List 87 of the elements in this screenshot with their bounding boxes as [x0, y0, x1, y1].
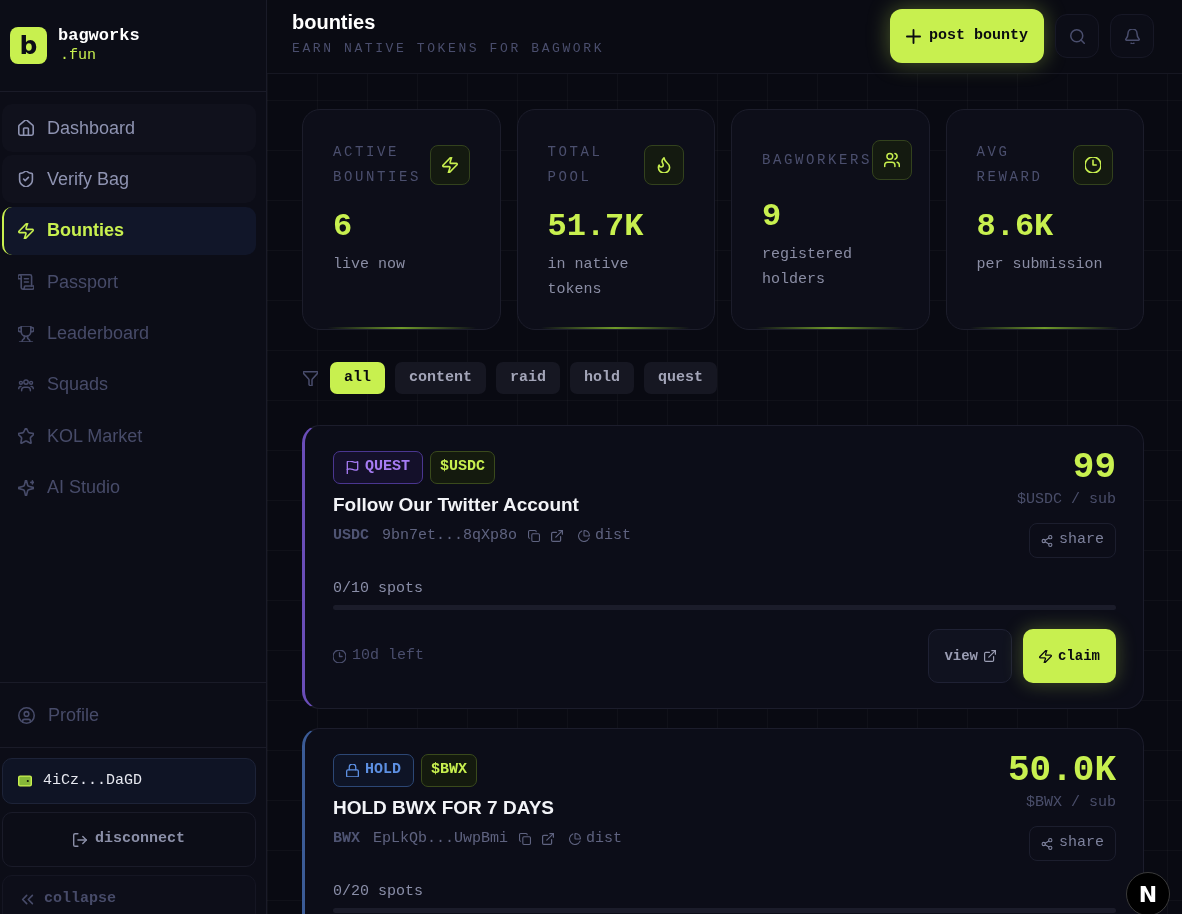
sparkles-icon: [18, 479, 34, 496]
stat-label: AVG REWARD: [976, 143, 1044, 187]
view-button[interactable]: view: [928, 629, 1012, 683]
bolt-icon: [18, 222, 34, 239]
filter-chip[interactable]: hold: [570, 362, 635, 394]
token-symbol: USDC: [333, 525, 369, 546]
users-icon: [18, 376, 34, 393]
dev-badge[interactable]: N: [1126, 872, 1170, 914]
logout-icon: [73, 832, 87, 847]
disconnect-button[interactable]: disconnect: [2, 812, 256, 867]
dist-link[interactable]: dist: [569, 827, 623, 851]
share-button[interactable]: share: [1029, 523, 1116, 558]
stat-value: 51.7K: [547, 207, 645, 247]
stat-label: BAGWORKERS: [762, 150, 872, 170]
nav-item[interactable]: Dashboard: [2, 104, 256, 152]
filter-chip[interactable]: raid: [496, 362, 561, 394]
filter-icon: [303, 370, 318, 386]
bolt-icon: [429, 145, 470, 185]
stat-value: 6: [333, 207, 354, 247]
page-title: bounties: [292, 10, 377, 35]
bounty-title: Follow Our Twitter Account: [333, 493, 580, 517]
search-icon: [1069, 28, 1085, 44]
type-label: HOLD: [365, 760, 401, 781]
copy-icon[interactable]: [519, 833, 532, 845]
spots-label: 0/10 spots: [333, 579, 424, 599]
stat-caption: in native tokens: [547, 255, 630, 300]
post-bounty-button[interactable]: post bounty: [889, 9, 1044, 63]
bounty-title: HOLD BWX FOR 7 DAYS: [333, 796, 555, 820]
plus-icon: [905, 28, 921, 44]
page-subtitle: EARN NATIVE TOKENS FOR BAGWORK: [292, 40, 605, 58]
pie-chart-icon: [569, 833, 582, 845]
star-icon: [18, 428, 34, 445]
stat-caption: live now: [333, 255, 406, 275]
reward-amount: 99: [1072, 451, 1116, 485]
reward-unit: $USDC / sub: [1016, 490, 1116, 510]
flame-icon: [644, 145, 684, 185]
brand-suffix: .fun: [59, 45, 97, 66]
shield-check-icon: [18, 171, 34, 188]
stat-caption: per submission: [976, 255, 1104, 275]
logo-mark: b: [10, 27, 47, 64]
home-icon: [18, 120, 34, 136]
external-link-icon[interactable]: [551, 530, 564, 542]
users-icon: [872, 140, 912, 180]
filter-chip[interactable]: all: [330, 362, 385, 394]
reward-unit: $BWX / sub: [1026, 793, 1116, 813]
flag-icon: [346, 461, 359, 474]
stat-value: 9: [762, 197, 783, 237]
claim-button[interactable]: claim: [1023, 629, 1116, 683]
filter-chip[interactable]: content: [395, 362, 487, 394]
type-label: QUEST: [365, 457, 410, 478]
external-link-icon: [984, 650, 996, 662]
reward-amount: 50.0K: [1007, 754, 1116, 788]
time-left: 10d left: [352, 645, 424, 666]
wallet-icon: [18, 775, 32, 787]
nav-item[interactable]: Verify Bag: [2, 155, 256, 204]
bolt-icon: [1039, 649, 1052, 663]
stat-caption: registered holders: [762, 245, 853, 290]
user-circle-icon: [18, 706, 35, 724]
token-address: EpLkQb...UwpBmi: [373, 828, 509, 849]
scroll-icon: [18, 274, 34, 291]
token-tag: $BWX: [421, 754, 478, 787]
notifications-button[interactable]: [1110, 14, 1154, 58]
clock-icon: [333, 649, 346, 663]
brand-name: bagworks: [58, 25, 140, 46]
lock-icon: [346, 764, 359, 777]
token-address: 9bn7et...8qXp8o: [382, 525, 518, 546]
stat-label: ACTIVE BOUNTIES: [333, 143, 422, 187]
external-link-icon[interactable]: [542, 833, 555, 845]
token-tag: $USDC: [430, 451, 496, 484]
wallet-button[interactable]: 4iCz...DaGD: [2, 758, 256, 804]
nav-item[interactable]: Bounties: [2, 206, 256, 255]
filter-chip[interactable]: quest: [644, 362, 718, 394]
stat-value: 8.6K: [976, 207, 1055, 247]
chevrons-left-icon: [21, 892, 34, 906]
clock-icon: [1073, 145, 1113, 185]
token-symbol: BWX: [333, 828, 360, 849]
share-icon: [1041, 534, 1053, 547]
trophy-icon: [18, 325, 34, 342]
copy-icon[interactable]: [528, 530, 541, 542]
bell-icon: [1124, 28, 1140, 44]
share-button[interactable]: share: [1029, 826, 1116, 861]
share-icon: [1041, 837, 1053, 850]
spots-label: 0/20 spots: [333, 882, 424, 902]
search-button[interactable]: [1055, 14, 1099, 58]
dist-link[interactable]: dist: [578, 524, 632, 548]
stat-label: TOTAL POOL: [547, 143, 604, 187]
pie-chart-icon: [578, 530, 591, 542]
